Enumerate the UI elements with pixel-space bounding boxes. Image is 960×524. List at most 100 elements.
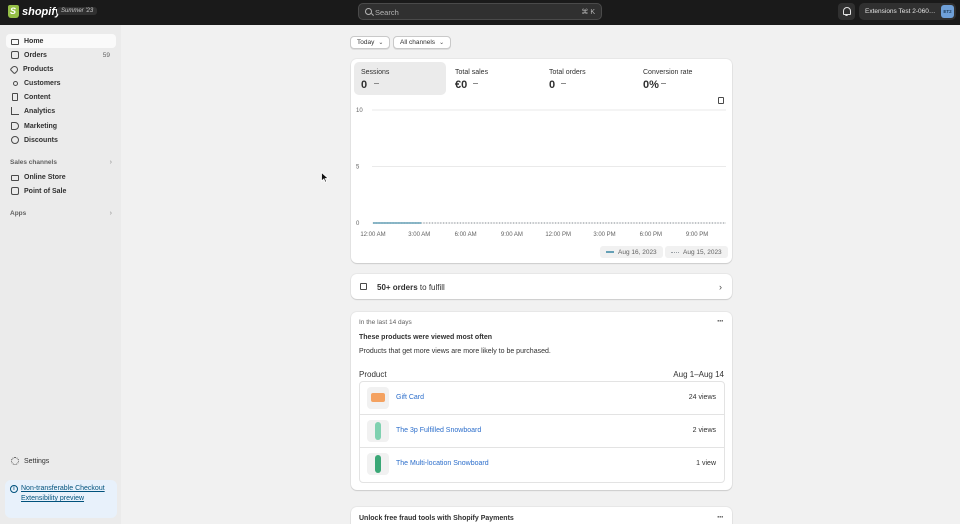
tag-icon <box>9 64 20 74</box>
store-name: Extensions Test 2-060… <box>865 7 936 15</box>
search-shortcut: ⌘ K <box>581 9 595 16</box>
sidebar-item-label: Online Store <box>24 173 66 181</box>
sidebar-item-label: Analytics <box>24 107 56 115</box>
search-placeholder: Search <box>375 8 399 17</box>
sidebar-item-label: Orders <box>24 51 47 59</box>
fulfill-suffix: to fulfill <box>417 282 445 292</box>
x-tick-label: 9:00 AM <box>501 232 523 238</box>
orders-to-fulfill-card[interactable]: 50+ orders to fulfill › <box>351 274 732 299</box>
product-views: 24 views <box>688 394 716 401</box>
product-thumbnail <box>367 420 389 442</box>
shopify-logo[interactable]: shopify <box>8 5 61 18</box>
apps-label: Apps <box>10 209 27 217</box>
most-viewed-products-card: In the last 14 days ··· These products w… <box>351 312 732 490</box>
channel-filter[interactable]: All channels ⌄ <box>393 36 452 49</box>
sidebar-item-products[interactable]: Products <box>6 62 116 76</box>
x-tick-label: 12:00 PM <box>545 232 571 238</box>
product-link[interactable]: Gift Card <box>396 394 424 401</box>
sidebar-item-home[interactable]: Home <box>6 34 116 48</box>
sidebar-item-label: Point of Sale <box>24 187 67 195</box>
apps-header[interactable]: Apps › <box>10 207 112 219</box>
table-row[interactable]: The 3p Fulfilled Snowboard 2 views <box>360 415 724 448</box>
legend-current[interactable]: Aug 16, 2023 <box>600 246 663 258</box>
legend-comparison[interactable]: Aug 15, 2023 <box>665 246 728 258</box>
sidebar-item-content[interactable]: Content <box>6 90 116 104</box>
logo-text: shopify <box>22 5 62 18</box>
sidebar-item-label: Marketing <box>24 122 58 130</box>
orders-count-badge: 59 <box>102 51 110 59</box>
notifications-bell-icon[interactable] <box>838 3 855 20</box>
chevron-right-icon: › <box>109 158 112 166</box>
document-icon <box>12 93 18 101</box>
y-tick-label: 0 <box>356 221 360 227</box>
product-thumbnail <box>367 453 389 475</box>
sidebar-item-customers[interactable]: Customers <box>6 76 116 90</box>
date-range-label: Today <box>357 39 375 46</box>
home-icon <box>11 39 19 45</box>
card-title: These products were viewed most often <box>359 334 493 341</box>
product-thumbnail <box>367 387 389 409</box>
x-tick-label: 6:00 PM <box>640 232 662 238</box>
sidebar-item-analytics[interactable]: Analytics <box>6 104 116 118</box>
date-range-picker[interactable]: Today ⌄ <box>350 36 391 49</box>
orders-to-fulfill-text: 50+ orders to fulfill <box>377 283 445 292</box>
snowboard-image <box>375 455 381 473</box>
gift-card-image <box>371 393 385 402</box>
mouse-cursor-icon <box>321 172 329 183</box>
fraud-tools-card: Unlock free fraud tools with Shopify Pay… <box>351 507 732 524</box>
table-row[interactable]: Gift Card 24 views <box>360 382 724 415</box>
x-tick-label: 3:00 PM <box>593 232 615 238</box>
sidebar-item-discounts[interactable]: Discounts <box>6 133 116 147</box>
inbox-icon <box>360 283 367 290</box>
card-title: Unlock free fraud tools with Shopify Pay… <box>359 515 514 522</box>
product-link[interactable]: The 3p Fulfilled Snowboard <box>396 427 481 434</box>
product-views: 1 view <box>696 460 716 467</box>
sessions-chart: 10 5 0 12:00 AM 3:00 AM 6:00 AM 9:00 AM 12:00 … <box>356 108 726 238</box>
sidebar-item-point-of-sale[interactable]: Point of Sale <box>6 184 116 198</box>
product-link[interactable]: The Multi-location Snowboard <box>396 460 489 467</box>
orders-icon <box>11 51 19 59</box>
column-header-product: Product <box>359 370 387 379</box>
orders-count: 50+ orders <box>377 282 418 292</box>
person-icon <box>12 80 18 86</box>
x-tick-label: 12:00 AM <box>360 232 385 238</box>
legend-label: Aug 16, 2023 <box>618 248 657 256</box>
avatar: ET2 <box>941 5 954 18</box>
search-bar[interactable]: Search ⌘ K <box>358 3 602 20</box>
notice-link[interactable]: Non-transferable Checkout Extensibility … <box>21 484 111 504</box>
channel-filter-label: All channels <box>400 39 436 46</box>
discount-icon <box>11 136 19 144</box>
sidebar-item-label: Content <box>24 93 51 101</box>
column-header-date-range: Aug 1–Aug 14 <box>673 370 724 379</box>
products-table: Gift Card 24 views The 3p Fulfilled Snow… <box>359 381 725 483</box>
sidebar-item-online-store[interactable]: Online Store <box>6 170 116 184</box>
sidebar-item-label: Customers <box>24 79 61 87</box>
more-actions-icon[interactable]: ··· <box>717 316 724 326</box>
sidebar-item-marketing[interactable]: Marketing <box>6 119 116 133</box>
chevron-right-icon: › <box>109 209 112 217</box>
x-tick-label: 9:00 PM <box>686 232 708 238</box>
pos-icon <box>11 187 19 195</box>
sales-channels-label: Sales channels <box>10 158 57 166</box>
table-row[interactable]: The Multi-location Snowboard 1 view <box>360 448 724 481</box>
sidebar-item-orders[interactable]: Orders 59 <box>6 48 116 62</box>
shopify-bag-icon <box>8 5 19 18</box>
period-label: In the last 14 days <box>359 319 412 326</box>
sales-channels-header[interactable]: Sales channels › <box>10 156 112 168</box>
x-tick-label: 3:00 AM <box>408 232 430 238</box>
legend-dotted-line-icon <box>671 251 679 253</box>
edition-badge: Summer '23 <box>57 7 98 15</box>
store-menu-button[interactable]: Extensions Test 2-060… ET2 <box>859 3 956 20</box>
sidebar-item-label: Products <box>23 65 54 73</box>
top-bar: shopify Summer '23 Search ⌘ K Extensions… <box>0 0 960 25</box>
chart-icon <box>11 107 19 115</box>
store-icon <box>11 175 19 181</box>
checkout-extensibility-notice[interactable]: i Non-transferable Checkout Extensibilit… <box>5 480 117 518</box>
legend-label: Aug 15, 2023 <box>683 248 722 256</box>
info-icon: i <box>10 485 18 493</box>
sidebar-item-label: Settings <box>24 457 50 465</box>
more-actions-icon[interactable]: ··· <box>717 512 724 522</box>
y-tick-label: 10 <box>356 108 363 114</box>
sidebar-item-settings[interactable]: Settings <box>6 454 116 468</box>
megaphone-icon <box>11 122 19 130</box>
